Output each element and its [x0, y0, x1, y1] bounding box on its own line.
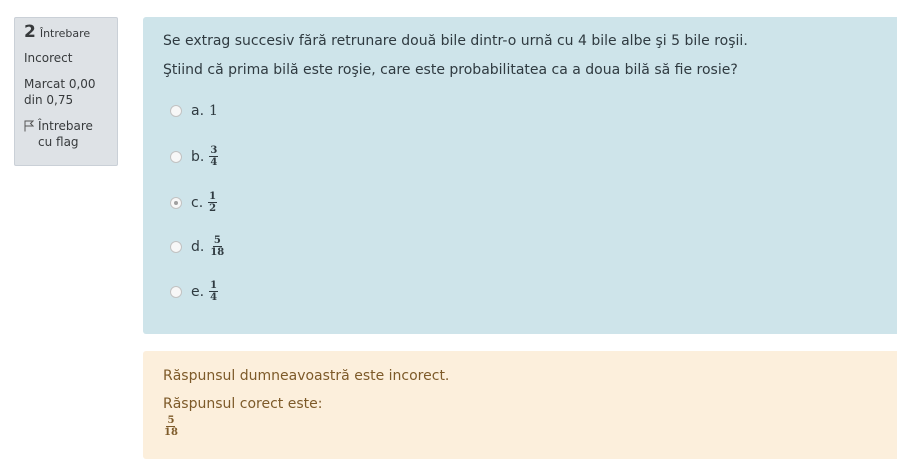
correct-answer-fraction: 5 18 [163, 415, 179, 438]
fraction-numerator: 1 [209, 280, 219, 292]
answer-option-d[interactable]: d. 5 18 [170, 235, 225, 258]
answer-option-a[interactable]: a. 1 [170, 103, 218, 119]
incorrect-message: Răspunsul dumneavoastră este incorect. [163, 368, 450, 384]
option-letter: b. [191, 148, 205, 165]
fraction-numerator: 1 [208, 191, 218, 203]
option-letter: c. [191, 194, 204, 211]
fraction-numerator: 3 [209, 145, 219, 157]
fraction-numerator: 5 [166, 415, 176, 427]
flag-question-label: Întrebare cu flag [38, 119, 93, 149]
question-number-value: 2 [24, 22, 36, 42]
answer-option-b[interactable]: b. 3 4 [170, 145, 219, 168]
radio-button[interactable] [170, 150, 182, 163]
fraction-denominator: 2 [209, 203, 217, 214]
question-text-line-1: Se extrag succesiv fără retrunare două b… [163, 33, 748, 49]
question-text-line-2: Ştiind că prima bilă este roşie, care es… [163, 62, 738, 78]
fraction-denominator: 4 [210, 157, 218, 168]
question-state: Incorect [24, 51, 73, 65]
option-fraction: 1 4 [209, 280, 219, 303]
option-letter: d. [191, 238, 205, 255]
option-letter: a. [191, 103, 205, 119]
radio-button[interactable] [170, 240, 182, 253]
correct-answer-label: Răspunsul corect este: [163, 396, 323, 412]
question-formulation: Se extrag succesiv fără retrunare două b… [143, 17, 897, 334]
option-fraction: 1 2 [208, 191, 218, 214]
radio-button[interactable] [170, 105, 182, 117]
fraction-numerator: 5 [212, 235, 222, 247]
answer-option-c[interactable]: c. 1 2 [170, 191, 218, 214]
question-grade: Marcat 0,00 din 0,75 [24, 77, 96, 107]
question-number: 2 Întrebare [24, 24, 109, 42]
answer-option-e[interactable]: e. 1 4 [170, 280, 219, 303]
fraction-denominator: 18 [164, 427, 178, 438]
question-feedback: Răspunsul dumneavoastră este incorect. R… [143, 351, 897, 459]
radio-button[interactable] [170, 285, 182, 298]
option-fraction: 3 4 [209, 145, 219, 168]
fraction-denominator: 4 [210, 292, 218, 303]
option-letter: e. [191, 283, 205, 300]
question-number-label: Întrebare [39, 27, 91, 40]
option-fraction: 5 18 [209, 235, 225, 258]
question-text: Se extrag succesiv fără retrunare două b… [163, 31, 877, 80]
flag-question-link[interactable]: Întrebare cu flag [24, 118, 109, 150]
question-info-panel: 2 Întrebare Incorect Marcat 0,00 din 0,7… [14, 17, 118, 166]
flag-outline-icon [24, 120, 34, 132]
option-value: 1 [209, 103, 218, 119]
fraction-denominator: 18 [210, 247, 225, 258]
radio-button-selected[interactable] [170, 196, 182, 209]
